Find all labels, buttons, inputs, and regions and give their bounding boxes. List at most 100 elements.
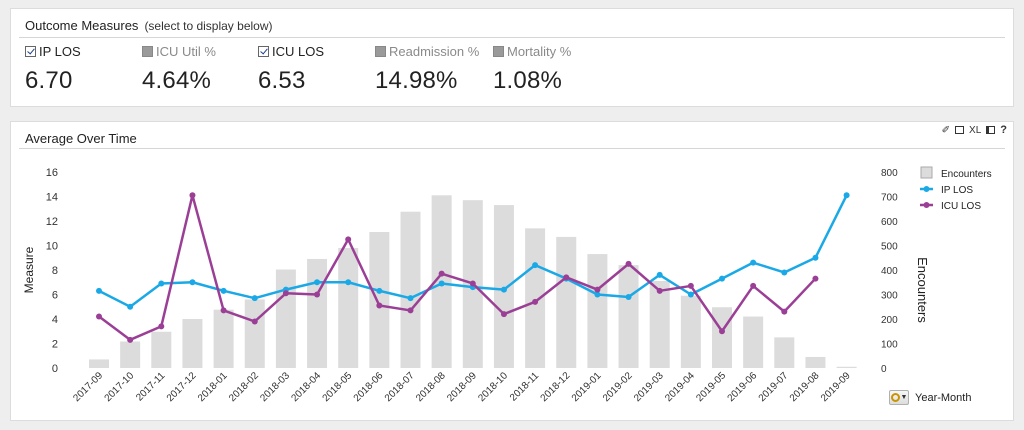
ip-los-point <box>127 303 134 310</box>
x-tick-label: 2018-12 <box>539 370 573 404</box>
y-tick-label-right: 700 <box>881 193 898 204</box>
measure-icu-util[interactable]: ICU Util % 4.64% <box>142 43 216 95</box>
ip-los-point <box>656 271 663 278</box>
dimension-selector[interactable]: ▼ Year-Month <box>889 390 971 405</box>
x-tick-label: 2018-07 <box>383 370 417 404</box>
encounters-bar <box>805 356 826 368</box>
icu-los-point <box>407 307 414 314</box>
x-tick-label: 2018-10 <box>476 370 510 404</box>
checkbox-unchecked-icon[interactable] <box>493 45 504 57</box>
cycle-dimension-icon[interactable]: ▼ <box>889 390 909 405</box>
outcome-measures-subtitle: (select to display below) <box>144 19 273 33</box>
icu-los-point <box>532 298 539 305</box>
y-tick-label-right: 500 <box>881 242 898 253</box>
legend-label-ip-los: IP LOS <box>941 185 973 196</box>
ip-los-point <box>812 254 819 261</box>
measure-label[interactable]: Readmission % <box>389 44 479 59</box>
ip-los-point <box>407 295 414 302</box>
encounters-bar <box>182 319 203 368</box>
icu-los-point <box>189 192 196 199</box>
x-tick-label: 2018-06 <box>352 370 386 404</box>
ip-los-point <box>625 293 632 300</box>
icu-los-point <box>469 280 476 287</box>
checkbox-unchecked-icon[interactable] <box>142 45 153 57</box>
icu-los-point <box>719 328 725 335</box>
encounters-bar <box>213 309 234 368</box>
x-tick-label: 2019-09 <box>819 370 853 404</box>
y-tick-label-right: 800 <box>881 168 898 179</box>
ip-los-point <box>96 287 102 294</box>
y-axis-title-right: Encounters <box>915 257 930 323</box>
outcome-measures-header: Outcome Measures (select to display below… <box>25 18 273 33</box>
y-axis-title-left: Measure <box>22 246 36 293</box>
outcome-measures-title: Outcome Measures <box>25 18 139 33</box>
measure-readmission[interactable]: Readmission % 14.98% <box>375 43 479 95</box>
ip-los-point <box>687 291 694 298</box>
measure-label[interactable]: Mortality % <box>507 44 571 59</box>
y-tick-label-right: 100 <box>881 340 898 351</box>
legend-label-icu-los: ICU LOS <box>941 201 981 212</box>
x-tick-label: 2019-07 <box>757 370 791 404</box>
icu-los-point <box>438 270 445 277</box>
measure-mortality[interactable]: Mortality % 1.08% <box>493 43 571 95</box>
x-tick-label: 2018-09 <box>445 370 479 404</box>
x-tick-label: 2017-09 <box>71 370 105 404</box>
icu-los-point <box>158 323 165 330</box>
y-tick-label-left: 12 <box>46 216 58 228</box>
encounters-bar <box>525 228 546 368</box>
y-tick-label-left: 4 <box>52 314 58 326</box>
y-tick-label-right: 0 <box>881 364 887 375</box>
legend-swatch-encounters <box>920 166 933 179</box>
y-tick-label-left: 2 <box>52 339 58 351</box>
x-tick-label: 2017-11 <box>134 370 168 404</box>
measure-value: 1.08% <box>493 67 563 94</box>
measure-label[interactable]: IP LOS <box>39 44 81 59</box>
checkbox-unchecked-icon[interactable] <box>375 45 386 57</box>
ip-los-point <box>189 279 196 286</box>
x-tick-label: 2018-05 <box>321 370 355 404</box>
ip-los-point <box>532 262 539 269</box>
checkbox-checked-icon[interactable] <box>25 45 36 57</box>
encounters-bar <box>151 331 172 368</box>
x-tick-label: 2019-01 <box>570 370 604 404</box>
icu-los-point <box>500 311 507 318</box>
icu-los-point <box>127 336 134 343</box>
x-tick-label: 2017-10 <box>103 370 137 404</box>
icu-los-point <box>96 313 102 320</box>
icu-los-point <box>625 260 632 267</box>
ip-los-point <box>719 275 725 282</box>
title-divider <box>19 37 1005 38</box>
encounters-bar <box>556 236 577 368</box>
measure-label[interactable]: ICU Util % <box>156 44 216 59</box>
measure-value: 14.98% <box>375 67 458 94</box>
y-tick-label-left: 0 <box>52 363 58 375</box>
ip-los-point <box>500 286 507 293</box>
checkbox-checked-icon[interactable] <box>258 45 269 57</box>
measure-icu-los[interactable]: ICU LOS 6.53 <box>258 43 324 95</box>
encounters-bar <box>743 316 764 368</box>
x-tick-label: 2018-03 <box>258 370 292 404</box>
x-tick-label: 2018-02 <box>227 370 261 404</box>
average-over-time-panel: Average Over Time ✐ XL ? 0 2 4 6 8 10 12 14 16 0… <box>10 121 1014 421</box>
encounters-bar <box>244 299 265 368</box>
encounters-bar <box>338 247 359 368</box>
x-tick-label: 2019-04 <box>663 370 697 404</box>
chart-legend: Encounters IP LOS ICU LOS <box>920 166 992 212</box>
icu-los-point <box>282 290 289 297</box>
icu-los-point <box>594 286 601 293</box>
legend-marker-ip-los <box>923 186 930 192</box>
icu-los-point <box>563 274 570 281</box>
encounters-bar <box>493 205 514 368</box>
encounters-bar <box>680 295 701 368</box>
encounters-bar <box>587 254 608 368</box>
measure-value: 4.64% <box>142 67 212 94</box>
encounters-bar <box>307 258 328 368</box>
x-tick-label: 2018-04 <box>289 370 323 404</box>
measure-label[interactable]: ICU LOS <box>272 44 324 59</box>
x-tick-label: 2019-05 <box>694 370 728 404</box>
measure-ip-los[interactable]: IP LOS 6.70 <box>25 43 81 95</box>
x-tick-label: 2019-02 <box>601 370 635 404</box>
dimension-label: Year-Month <box>915 391 972 404</box>
x-tick-label: 2017-12 <box>165 370 199 404</box>
ip-los-point <box>345 279 352 286</box>
